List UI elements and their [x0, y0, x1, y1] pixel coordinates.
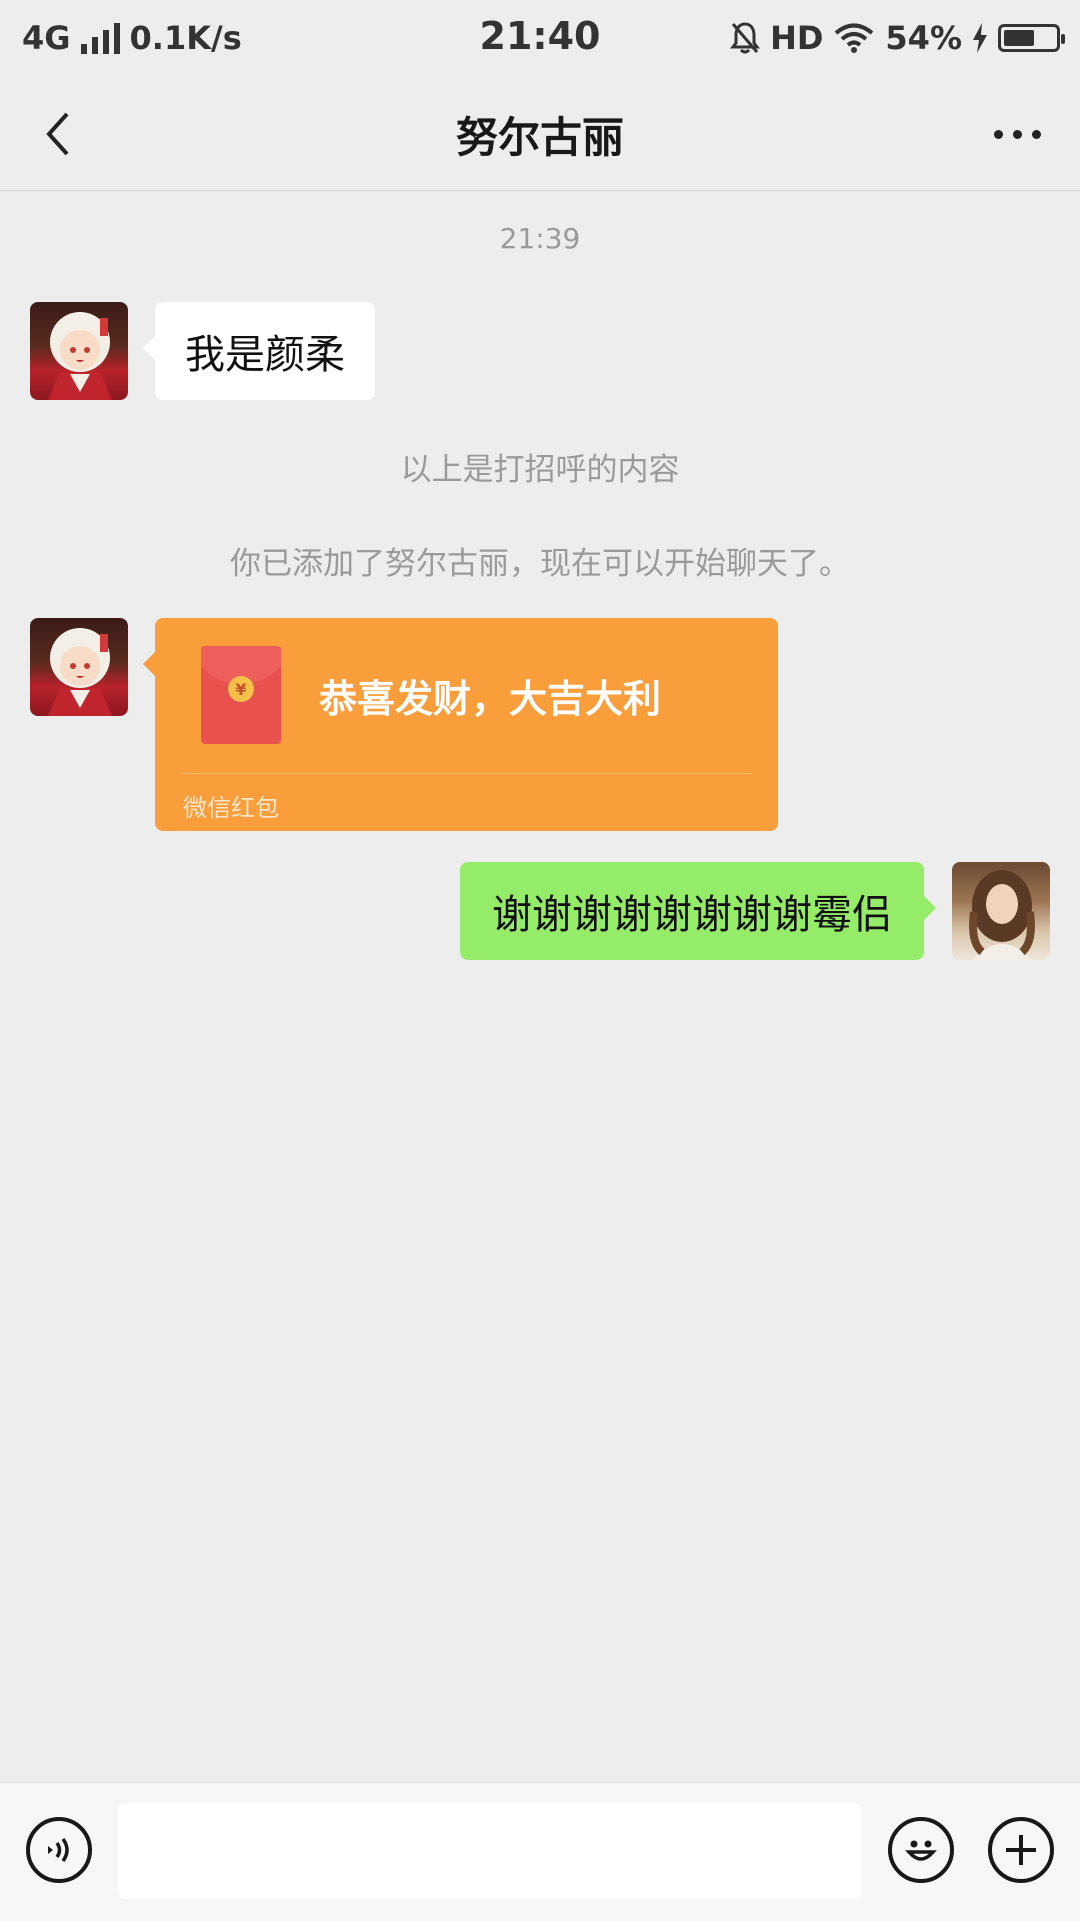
message-text: 我是颜柔 [185, 332, 345, 378]
red-packet-label: 微信红包 [183, 794, 279, 822]
friend-added-notice: 你已添加了努尔古丽，现在可以开始聊天了。 [230, 546, 850, 582]
status-right: HD 54% [730, 16, 1065, 60]
voice-button[interactable] [26, 1817, 92, 1883]
status-bar: 4G 0.1K/s 21:40 HD 54% [0, 0, 1080, 76]
message-bubble-received[interactable]: 我是颜柔 [143, 302, 375, 400]
page-title: 努尔古丽 [455, 113, 624, 162]
battery-icon [998, 24, 1065, 52]
coin-icon: ¥ [228, 676, 254, 702]
battery-level [1004, 30, 1035, 46]
message-input[interactable] [118, 1803, 862, 1899]
voice-icon [48, 1837, 69, 1863]
mute-bell-icon [730, 22, 761, 54]
greeting-notice: 以上是打招呼的内容 [400, 452, 680, 488]
red-packet-title: 恭喜发财，大吉大利 [319, 677, 662, 721]
my-avatar[interactable] [952, 862, 1050, 960]
more-dots-icon [993, 129, 1003, 139]
message-bubble-sent[interactable]: 谢谢谢谢谢谢谢谢霉侣 [460, 862, 936, 960]
hd-badge: HD [770, 19, 824, 57]
plus-icon [1006, 1835, 1036, 1865]
charging-icon [973, 23, 987, 53]
wifi-icon [835, 23, 874, 53]
battery-percent: 54% [885, 19, 962, 57]
anime-avatar-image [48, 312, 112, 400]
contact-avatar[interactable] [30, 302, 128, 400]
red-packet-message[interactable]: ¥ 恭喜发财，大吉大利 微信红包 [143, 618, 778, 831]
nav-bar: 努尔古丽 [0, 76, 1080, 191]
divider [181, 773, 752, 774]
anime-avatar-image [48, 628, 112, 716]
contact-avatar[interactable] [30, 618, 128, 716]
emoji-icon [905, 1840, 937, 1861]
message-timestamp: 21:39 [499, 222, 581, 255]
emoji-button[interactable] [888, 1817, 954, 1883]
user-avatar-image [969, 870, 1035, 960]
red-packet-icon: ¥ [201, 646, 281, 744]
input-bar [0, 1782, 1080, 1921]
message-text: 谢谢谢谢谢谢谢谢霉侣 [492, 892, 892, 938]
plus-button[interactable] [988, 1817, 1054, 1883]
more-button[interactable] [982, 104, 1052, 164]
